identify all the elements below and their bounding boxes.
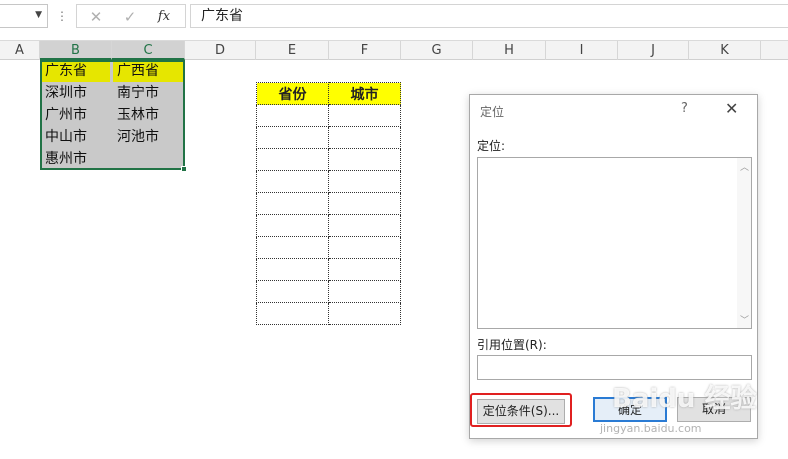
formula-input[interactable]: 广东省 bbox=[190, 4, 788, 28]
reference-label: 引用位置(R): bbox=[477, 338, 547, 352]
col-header-i[interactable]: I bbox=[546, 41, 618, 60]
column-headers: A B C D E F G H I J K bbox=[0, 40, 788, 60]
more-icon: ⋮ bbox=[56, 9, 68, 23]
scrollbar[interactable]: ︿ ﹀ bbox=[737, 158, 751, 328]
city-cell[interactable] bbox=[328, 302, 401, 325]
province-cell[interactable] bbox=[256, 126, 329, 149]
cell-c4[interactable]: 河池市 bbox=[114, 126, 159, 148]
confirm-entry-icon[interactable]: ✓ bbox=[119, 7, 141, 27]
table-row bbox=[256, 126, 401, 149]
city-cell[interactable] bbox=[328, 148, 401, 171]
cell-c1[interactable]: 广西省 bbox=[114, 60, 159, 82]
formula-buttons: ✕ ✓ fx bbox=[76, 4, 186, 28]
table-row bbox=[256, 170, 401, 193]
city-cell[interactable] bbox=[328, 104, 401, 127]
header-province[interactable]: 省份 bbox=[256, 82, 329, 105]
help-icon[interactable]: ? bbox=[681, 101, 688, 116]
chevron-down-icon[interactable]: ▼ bbox=[35, 10, 42, 20]
cell-b4[interactable]: 中山市 bbox=[42, 126, 87, 148]
col-header-h[interactable]: H bbox=[473, 41, 546, 60]
table-row bbox=[256, 104, 401, 127]
watermark-logo: Baidu 经验 bbox=[612, 384, 757, 414]
cell-b3[interactable]: 广州市 bbox=[42, 104, 87, 126]
city-cell[interactable] bbox=[328, 236, 401, 259]
cell-b5[interactable]: 惠州市 bbox=[42, 148, 87, 170]
cell-c2[interactable]: 南宁市 bbox=[114, 82, 159, 104]
cancel-entry-icon[interactable]: ✕ bbox=[85, 7, 107, 27]
col-header-d[interactable]: D bbox=[185, 41, 256, 60]
col-header-b[interactable]: B bbox=[40, 41, 112, 60]
table-row bbox=[256, 192, 401, 215]
target-table: 省份 城市 bbox=[256, 82, 401, 325]
col-header-k[interactable]: K bbox=[689, 41, 761, 60]
insert-function-icon[interactable]: fx bbox=[153, 7, 175, 27]
city-cell[interactable] bbox=[328, 214, 401, 237]
col-header-g[interactable]: G bbox=[401, 41, 473, 60]
col-header-c[interactable]: C bbox=[112, 41, 185, 60]
scroll-down-icon[interactable]: ﹀ bbox=[740, 313, 749, 326]
cell-c3[interactable]: 玉林市 bbox=[114, 104, 159, 126]
close-icon[interactable]: ✕ bbox=[725, 99, 738, 118]
province-cell[interactable] bbox=[256, 192, 329, 215]
province-cell[interactable] bbox=[256, 170, 329, 193]
city-cell[interactable] bbox=[328, 280, 401, 303]
fill-handle[interactable] bbox=[181, 166, 187, 172]
table-row bbox=[256, 258, 401, 281]
province-cell[interactable] bbox=[256, 302, 329, 325]
province-cell[interactable] bbox=[256, 258, 329, 281]
goto-listbox[interactable]: ︿ ﹀ bbox=[477, 157, 752, 329]
table-row bbox=[256, 280, 401, 303]
col-header-a[interactable]: A bbox=[0, 41, 40, 60]
reference-input[interactable] bbox=[477, 355, 752, 380]
table-row bbox=[256, 236, 401, 259]
formula-bar: ▼ ⋮ ✕ ✓ fx 广东省 bbox=[0, 0, 788, 34]
watermark-url: jingyan.baidu.com bbox=[600, 422, 702, 435]
col-header-f[interactable]: F bbox=[329, 41, 401, 60]
table-row bbox=[256, 148, 401, 171]
cell-b2[interactable]: 深圳市 bbox=[42, 82, 87, 104]
table-row bbox=[256, 214, 401, 237]
header-city[interactable]: 城市 bbox=[328, 82, 401, 105]
city-cell[interactable] bbox=[328, 258, 401, 281]
city-cell[interactable] bbox=[328, 192, 401, 215]
cell-b1[interactable]: 广东省 bbox=[42, 60, 87, 82]
province-cell[interactable] bbox=[256, 104, 329, 127]
province-cell[interactable] bbox=[256, 148, 329, 171]
dialog-title: 定位 bbox=[480, 105, 505, 119]
province-cell[interactable] bbox=[256, 280, 329, 303]
scroll-up-icon[interactable]: ︿ bbox=[740, 160, 749, 173]
city-cell[interactable] bbox=[328, 170, 401, 193]
name-box[interactable]: ▼ bbox=[0, 4, 48, 28]
goto-label: 定位: bbox=[477, 139, 506, 153]
special-button[interactable]: 定位条件(S)... bbox=[477, 399, 565, 424]
table-row bbox=[256, 302, 401, 325]
col-header-e[interactable]: E bbox=[256, 41, 329, 60]
col-header-j[interactable]: J bbox=[618, 41, 689, 60]
province-cell[interactable] bbox=[256, 236, 329, 259]
city-cell[interactable] bbox=[328, 126, 401, 149]
province-cell[interactable] bbox=[256, 214, 329, 237]
